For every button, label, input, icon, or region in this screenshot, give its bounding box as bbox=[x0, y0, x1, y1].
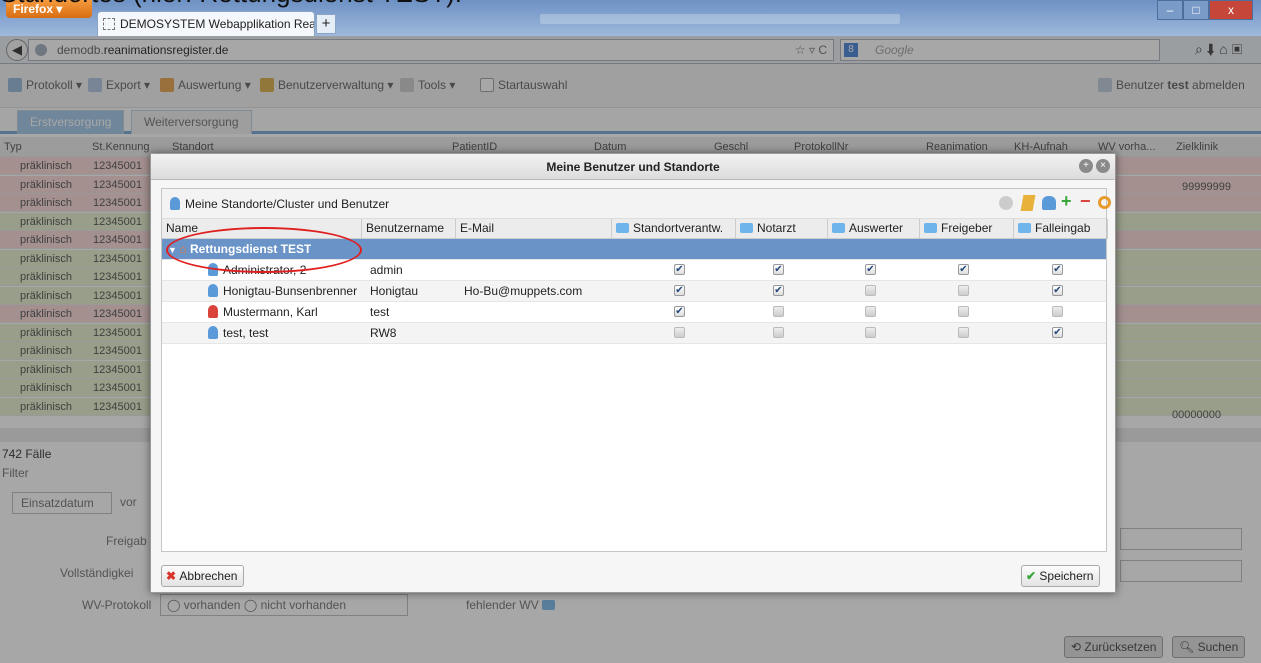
role-checkbox[interactable] bbox=[865, 306, 876, 317]
role-checkbox[interactable] bbox=[773, 327, 784, 338]
col-email[interactable]: E-Mail bbox=[456, 219, 612, 239]
user-email bbox=[460, 260, 464, 281]
user-email bbox=[460, 323, 464, 344]
chat-icon bbox=[740, 223, 753, 233]
blurred-tabs bbox=[540, 14, 900, 24]
refresh-icon[interactable] bbox=[1098, 196, 1111, 209]
close-window-button[interactable]: x bbox=[1209, 0, 1253, 20]
user-username: RW8 bbox=[370, 326, 397, 340]
close-icon[interactable]: × bbox=[1096, 159, 1110, 173]
save-check-icon: ✔ bbox=[1026, 569, 1040, 583]
user-name: test, test bbox=[223, 326, 269, 340]
role-checkbox[interactable]: ✔ bbox=[958, 264, 969, 275]
add-icon[interactable]: + bbox=[1061, 191, 1072, 212]
col-standortverantw-label: Standortverantw. bbox=[633, 221, 724, 235]
chat-icon bbox=[616, 223, 629, 233]
col-falleingabe-label: Falleingab bbox=[1035, 221, 1091, 235]
role-checkbox[interactable]: ✔ bbox=[1052, 327, 1063, 338]
role-checkbox[interactable]: ✔ bbox=[674, 264, 685, 275]
user-name-cell: Mustermann, Karl bbox=[204, 302, 364, 323]
role-checkbox[interactable]: ✔ bbox=[674, 285, 685, 296]
role-checkbox[interactable]: ✔ bbox=[1052, 264, 1063, 275]
user-row[interactable]: Honigtau-Bunsenbrenner Honigtau Ho-Bu@mupp… bbox=[162, 281, 1106, 302]
user-email: Ho-Bu@muppets.com bbox=[464, 284, 583, 298]
col-notarzt-label: Notarzt bbox=[757, 221, 796, 235]
user-name-cell: Honigtau-Bunsenbrenner bbox=[204, 281, 364, 302]
edit-icon[interactable] bbox=[1020, 195, 1036, 211]
col-auswerter[interactable]: Auswerter bbox=[828, 219, 920, 239]
annotation-circle bbox=[166, 227, 362, 273]
dialog-title: Meine Benutzer und Standorte bbox=[151, 154, 1115, 180]
col-falleingabe[interactable]: Falleingab bbox=[1014, 219, 1108, 239]
info-icon[interactable] bbox=[999, 196, 1013, 210]
user-name: Honigtau-Bunsenbrenner bbox=[223, 284, 358, 298]
save-button[interactable]: ✔ Speichern bbox=[1021, 565, 1101, 587]
minimize-button[interactable]: – bbox=[1157, 0, 1183, 20]
role-checkbox[interactable]: ✔ bbox=[865, 264, 876, 275]
role-checkbox[interactable] bbox=[958, 285, 969, 296]
user-icon bbox=[208, 284, 218, 297]
panel-title: Meine Standorte/Cluster und Benutzer bbox=[170, 197, 389, 211]
user-icon bbox=[208, 305, 218, 318]
user-username: Honigtau bbox=[370, 284, 419, 298]
user-rows: Administrator, 2 admin ✔ ✔ ✔ ✔ ✔ Honigtau-Bunse… bbox=[162, 260, 1106, 344]
chat-icon bbox=[924, 223, 937, 233]
role-checkbox[interactable]: ✔ bbox=[773, 264, 784, 275]
col-notarzt[interactable]: Notarzt bbox=[736, 219, 828, 239]
user-icon bbox=[208, 326, 218, 339]
remove-icon[interactable]: − bbox=[1080, 191, 1091, 212]
panel-title-text: Meine Standorte/Cluster und Benutzer bbox=[185, 197, 390, 211]
user-row[interactable]: test, test RW8 ✔ bbox=[162, 323, 1106, 344]
col-freigeber[interactable]: Freigeber bbox=[920, 219, 1014, 239]
role-checkbox[interactable]: ✔ bbox=[1052, 285, 1063, 296]
maximize-button[interactable]: □ bbox=[1183, 0, 1209, 20]
role-checkbox[interactable] bbox=[958, 306, 969, 317]
role-checkbox[interactable] bbox=[674, 327, 685, 338]
role-checkbox[interactable] bbox=[773, 306, 784, 317]
users-locations-dialog: Meine Benutzer und Standorte + × Meine S… bbox=[150, 153, 1116, 593]
save-label: Speichern bbox=[1039, 569, 1094, 583]
role-checkbox[interactable]: ✔ bbox=[674, 306, 685, 317]
document-caption: Standortes (hier: Rettungsdienst TEST). bbox=[0, 0, 462, 9]
col-freigeber-label: Freigeber bbox=[941, 221, 993, 235]
chat-icon bbox=[1018, 223, 1031, 233]
user-username: test bbox=[370, 305, 390, 319]
browser-tab[interactable]: DEMOSYSTEM Webapplikation Reanima... bbox=[97, 11, 315, 36]
role-checkbox[interactable] bbox=[1052, 306, 1063, 317]
browser-tab-title: DEMOSYSTEM Webapplikation Reanima... bbox=[120, 17, 314, 31]
cancel-label: Abbrechen bbox=[179, 569, 238, 583]
window-controls: – □ x bbox=[1157, 0, 1253, 20]
role-checkbox[interactable]: ✔ bbox=[773, 285, 784, 296]
new-tab-button[interactable]: + bbox=[316, 14, 336, 34]
role-checkbox[interactable] bbox=[865, 327, 876, 338]
chat-icon bbox=[832, 223, 845, 233]
col-benutzername[interactable]: Benutzername bbox=[362, 219, 456, 239]
user-email bbox=[460, 302, 464, 323]
add-user-icon[interactable] bbox=[1042, 196, 1056, 210]
user-row[interactable]: Mustermann, Karl test ✔ bbox=[162, 302, 1106, 323]
col-auswerter-label: Auswerter bbox=[849, 221, 904, 235]
panel-toolbar: Meine Standorte/Cluster und Benutzer + − bbox=[162, 189, 1111, 219]
col-standortverantw[interactable]: Standortverantw. bbox=[612, 219, 736, 239]
cancel-x-icon: ✖ bbox=[166, 569, 180, 583]
user-name: Mustermann, Karl bbox=[223, 305, 318, 319]
user-username: admin bbox=[370, 263, 403, 277]
role-checkbox[interactable] bbox=[865, 285, 876, 296]
role-checkbox[interactable] bbox=[958, 327, 969, 338]
user-name-cell: test, test bbox=[204, 323, 364, 344]
page-favicon-icon bbox=[103, 18, 115, 30]
user-icon bbox=[170, 197, 180, 210]
cancel-button[interactable]: ✖ Abbrechen bbox=[161, 565, 245, 587]
expand-icon[interactable]: + bbox=[1079, 159, 1093, 173]
